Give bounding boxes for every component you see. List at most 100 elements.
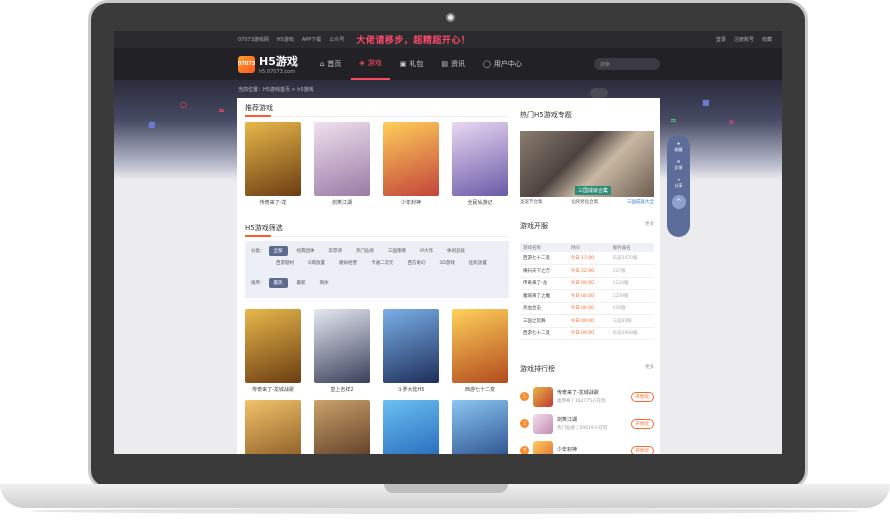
favorite-link[interactable]: 收藏 (762, 36, 772, 43)
table-row[interactable]: 传奇来了-龙 今日 00:00 1120服 (520, 277, 654, 290)
filter-tag[interactable]: 休闲竞技 (442, 246, 470, 256)
game-card[interactable] (383, 400, 439, 454)
ranking-item[interactable]: 1 传奇来了-龙城战歌 奥传奇 | 162775人在玩 开始玩 (520, 384, 654, 409)
game-cover[interactable] (245, 400, 301, 454)
sort-tag[interactable]: 最新 (292, 278, 311, 288)
filter-tag[interactable]: 全部 (268, 246, 288, 256)
filter-tag[interactable]: Q萌放置 (303, 258, 330, 268)
topbar-link[interactable]: 07073游戏网 (238, 36, 269, 43)
logo-subtitle: h5.07073.com (259, 69, 296, 75)
servers-more-link[interactable]: 更多 (645, 221, 654, 227)
topic-tab[interactable]: 三国成就大全 (627, 199, 654, 205)
filter-tag[interactable]: 挂机放置 (464, 258, 492, 268)
login-link[interactable]: 登录 (716, 36, 726, 43)
game-cover[interactable] (383, 400, 439, 454)
table-row[interactable]: 热血合击 今日 08:00 456服 (520, 302, 654, 315)
ranking-item[interactable]: 3 少年封神 开始玩 (520, 438, 654, 454)
game-card[interactable]: 全民仙游记 (452, 122, 508, 206)
gamepad-icon (590, 88, 608, 98)
filter-tag[interactable]: 西方奇幻 (403, 258, 431, 268)
game-cover[interactable] (452, 122, 508, 196)
game-cover[interactable] (314, 309, 370, 383)
laptop-notch (384, 484, 508, 493)
feedback-float-button[interactable]: ✉ 反馈 (675, 159, 683, 171)
filter-tag[interactable]: 经典团休 (292, 246, 320, 256)
game-card[interactable] (452, 400, 508, 454)
game-cover[interactable] (452, 309, 508, 383)
news-icon: ▤ (441, 60, 448, 68)
game-card[interactable] (314, 400, 370, 454)
table-row[interactable]: 横扫天下之万 今日 22:00 127服 (520, 264, 654, 278)
ranking-title: 游戏排行榜 更多 (520, 364, 654, 373)
table-row[interactable]: 魔域来了之魔 今日 00:00 1239服 (520, 289, 654, 303)
topbar-link[interactable]: H5游戏 (277, 36, 294, 43)
floating-toolbar: ♦ 收藏 ✉ 反馈 ⋖ 分享 ^ (667, 135, 690, 237)
nav-news[interactable]: ▤ 资讯 (433, 48, 473, 80)
promo-banner[interactable]: 大佬请移步，超精超开心！ (356, 33, 470, 46)
section-title-recommend: 推荐游戏 (245, 103, 509, 117)
rank-number: 2 (520, 419, 529, 428)
bookmark-icon: ♦ (676, 141, 681, 146)
nav-home[interactable]: ⌂ 首页 (312, 48, 349, 80)
logo-title: H5游戏 (259, 55, 298, 68)
decor-shape: ○ (180, 100, 187, 109)
play-button[interactable]: 开始玩 (630, 391, 654, 402)
filter-tag[interactable]: 热门仙侠 (351, 246, 379, 256)
topic-tab[interactable]: 圣诞节合集 (520, 199, 543, 205)
game-cover[interactable] (314, 122, 370, 196)
game-cover[interactable] (245, 309, 301, 383)
webcam-icon (446, 13, 455, 22)
sort-tag[interactable]: 最热 (268, 278, 288, 288)
filter-tag[interactable]: 模拟经营 (334, 258, 362, 268)
section-title-filter: H5游戏筛选 (245, 223, 509, 237)
game-card[interactable]: 斗罗大陆H5 (383, 309, 439, 393)
game-cover[interactable] (383, 309, 439, 383)
site-logo[interactable]: 07073 H5游戏 h5.07073.com (238, 53, 298, 75)
nav-games[interactable]: ◈ 游戏 (351, 48, 390, 80)
nav-user-center[interactable]: ◯ 用户中心 (475, 48, 530, 80)
topic-tab[interactable]: 仙侠修仙合集 (571, 199, 598, 205)
register-link[interactable]: 注册账号 (734, 36, 754, 43)
topbar-link[interactable]: 公众号 (329, 36, 344, 43)
table-row[interactable]: 西游七十二变 今日 09:00 乐途2068服 (520, 327, 654, 340)
game-cover[interactable] (245, 122, 301, 196)
table-row[interactable]: 西游七十二变 今日 17:00 乐途2070服 (520, 252, 654, 265)
filter-tag[interactable]: 卡通二次元 (366, 258, 399, 268)
game-card[interactable]: 剑笑江湖 (314, 122, 370, 206)
search-input[interactable]: 搜索 (594, 58, 660, 70)
favorite-float-button[interactable]: ♦ 收藏 (675, 141, 683, 153)
filter-tag[interactable]: 奔荐诗 (324, 246, 348, 256)
game-card[interactable]: 皇上吉祥2 (314, 309, 370, 393)
game-card[interactable]: 少年封神 (383, 122, 439, 206)
user-icon: ◯ (482, 60, 491, 68)
game-card[interactable]: 西游七十二变 (452, 309, 508, 393)
game-card[interactable] (245, 400, 301, 454)
topbar-link[interactable]: APP下载 (302, 36, 321, 43)
laptop-shadow (30, 508, 860, 514)
filter-tag[interactable]: IP大作 (415, 246, 438, 256)
back-to-top-button[interactable]: ^ (671, 195, 686, 209)
filter-row-category-2: 西游题材 Q萌放置 模拟经营 卡通二次元 西方奇幻 3D游戏 挂机放置 (251, 257, 503, 269)
game-cover[interactable] (383, 122, 439, 196)
ranking-item[interactable]: 2 剑笑江湖 热门仙侠 | 20619人在玩 开始玩 (520, 411, 654, 436)
filter-tag[interactable]: 西游题材 (271, 258, 299, 268)
table-row[interactable]: 三国之玩舞 今日 09:00 三国30服 (520, 314, 654, 328)
game-cover[interactable] (314, 400, 370, 454)
share-float-button[interactable]: ⋖ 分享 (675, 177, 683, 189)
share-icon: ⋖ (676, 177, 681, 182)
game-card[interactable]: 传奇来了-龙城战歌 (245, 309, 301, 393)
play-button[interactable]: 开始玩 (630, 418, 654, 429)
ranking-more-link[interactable]: 更多 (645, 364, 654, 370)
filter-tag[interactable]: 3D游戏 (435, 258, 460, 268)
filter-tag[interactable]: 三国策略 (383, 246, 411, 256)
filter-row-category: 分类： 全部 经典团休 奔荐诗 热门仙侠 三国策略 IP大作 休闲竞技 (251, 245, 503, 257)
decor-shape: ■ (702, 98, 710, 107)
sort-tag[interactable]: 简体 (315, 278, 334, 288)
game-icon (533, 440, 553, 454)
nav-gifts[interactable]: ▣ 礼包 (392, 48, 432, 80)
game-card[interactable]: 传奇来了-龙 (245, 122, 301, 206)
game-cover[interactable] (452, 400, 508, 454)
rank-number: 1 (520, 392, 529, 401)
top-bar: 07073游戏网 H5游戏 APP下载 公众号 大佬请移步，超精超开心！ 登录 … (114, 31, 782, 48)
play-button[interactable]: 开始玩 (630, 445, 654, 454)
